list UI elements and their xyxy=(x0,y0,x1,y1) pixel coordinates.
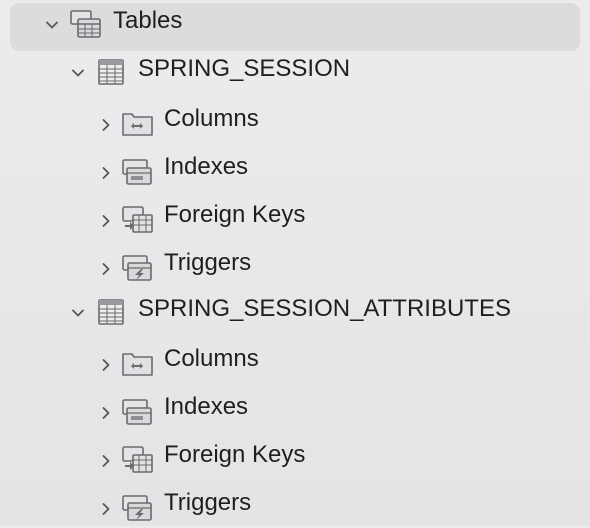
chevron-right-icon[interactable] xyxy=(98,165,114,181)
tree-item-label: Triggers xyxy=(164,489,252,516)
chevron-right-icon[interactable] xyxy=(98,501,114,517)
chevron-right-icon[interactable] xyxy=(98,405,114,421)
table-icon xyxy=(96,297,130,327)
tree-item-table[interactable]: SPRING_SESSION_ATTRIBUTES xyxy=(0,288,590,336)
tree-item-label: Indexes xyxy=(164,393,249,420)
triggers-folder-icon xyxy=(121,252,155,282)
tree-item-foreign-keys[interactable]: Foreign Keys xyxy=(0,432,590,480)
tree-item-label: SPRING_SESSION_ATTRIBUTES xyxy=(138,295,511,322)
foreign-keys-folder-icon xyxy=(121,204,155,234)
tree-item-label: Tables xyxy=(113,7,183,34)
chevron-right-icon[interactable] xyxy=(98,261,114,277)
chevron-down-icon[interactable] xyxy=(70,305,86,321)
chevron-down-icon[interactable] xyxy=(44,17,60,33)
chevron-right-icon[interactable] xyxy=(98,357,114,373)
tree-item-label: Columns xyxy=(164,105,259,132)
tree-item-label: Foreign Keys xyxy=(164,441,306,468)
chevron-right-icon[interactable] xyxy=(98,453,114,469)
chevron-right-icon[interactable] xyxy=(98,213,114,229)
tree-item-triggers[interactable]: Triggers xyxy=(0,480,590,528)
tree-item-label: Columns xyxy=(164,345,259,372)
tree-item-columns[interactable]: Columns xyxy=(0,96,590,144)
columns-folder-icon xyxy=(121,108,155,138)
indexes-folder-icon xyxy=(121,156,155,186)
tree-item-indexes[interactable]: Indexes xyxy=(0,144,590,192)
tree-item-indexes[interactable]: Indexes xyxy=(0,384,590,432)
tree-item-label: Indexes xyxy=(164,153,249,180)
chevron-down-icon[interactable] xyxy=(70,65,86,81)
tree-item-tables[interactable]: Tables xyxy=(0,0,590,51)
tree-item-label: SPRING_SESSION xyxy=(138,55,351,82)
tree-item-columns[interactable]: Columns xyxy=(0,336,590,384)
foreign-keys-folder-icon xyxy=(121,444,155,474)
tree-item-triggers[interactable]: Triggers xyxy=(0,240,590,288)
tree-item-label: Foreign Keys xyxy=(164,201,306,228)
tree-item-foreign-keys[interactable]: Foreign Keys xyxy=(0,192,590,240)
triggers-folder-icon xyxy=(121,492,155,522)
database-tree: Tables SPRING_SESSION Columns Indexes Fo… xyxy=(0,0,590,526)
tables-folder-icon xyxy=(70,9,104,39)
tree-item-label: Triggers xyxy=(164,249,252,276)
table-icon xyxy=(96,57,130,87)
chevron-right-icon[interactable] xyxy=(98,117,114,133)
indexes-folder-icon xyxy=(121,396,155,426)
columns-folder-icon xyxy=(121,348,155,378)
tree-item-table[interactable]: SPRING_SESSION xyxy=(0,48,590,96)
